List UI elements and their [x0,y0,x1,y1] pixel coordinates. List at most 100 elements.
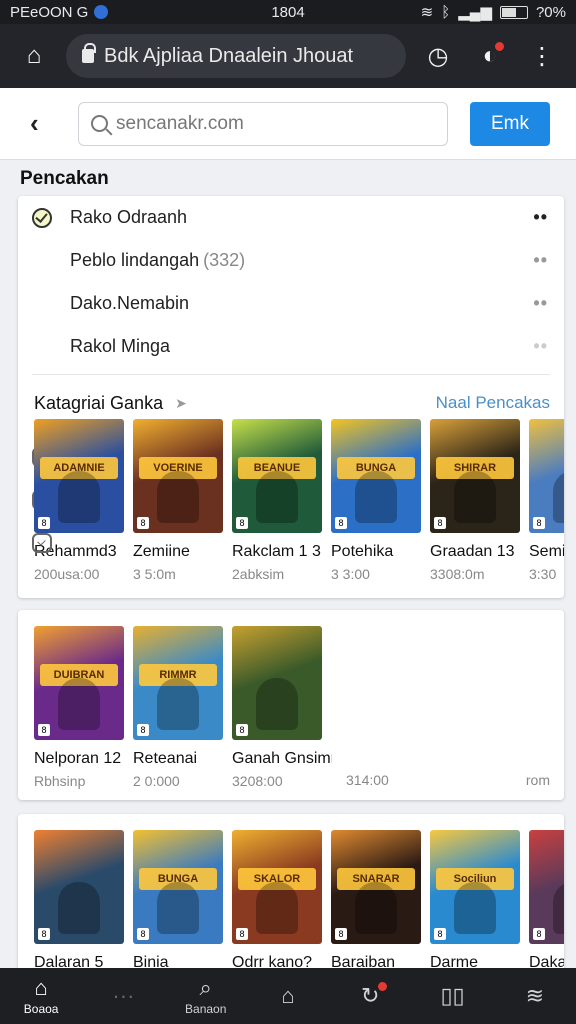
game-cover-image[interactable]: SNARAR 8 [331,830,421,944]
battery-label: ?0% [535,3,566,21]
game-cover-image[interactable]: BEANUE 8 [232,419,322,533]
game-row: 8 Dalaran 5 BUNGA 8 Binia SKALOR 8 Odrr kano? SN… [18,814,564,972]
nav-tag[interactable]: ⌂ [253,984,323,1008]
character-art [454,471,496,523]
character-art [157,471,199,523]
game-meta: 2 0:000 [133,773,180,789]
game-meta: Rbhsinp [34,773,86,789]
history-card: Rako Odraanh •• Peblo lindangah (332) ••… [18,196,564,598]
network-icon [94,5,109,19]
game-name: Rakclam 1 3 [232,543,321,560]
nav-layers[interactable]: ≋ [500,984,570,1008]
game-cover-image[interactable]: BUNGA 8 [133,830,223,944]
status-bar: PEeOON G 1804 ≋ ᛒ ▂▄▆ ?0% [0,0,576,24]
see-more-link[interactable]: Naal Pencakas [436,393,550,413]
game-tile[interactable]: BUNGA 8 Potehika 3 3:00 [331,419,421,582]
game-cover-image[interactable]: 8 [529,419,564,533]
game-card-section: DUIBRAN 8 Nelporan 12 Rbhsinp RIMMR 8 Reteanai… [18,610,564,800]
rating-icon: 8 [236,724,248,736]
game-tile[interactable]: Sociliun 8 Darme [430,830,520,972]
game-tile[interactable]: RIMMR 8 Reteanai 2 0:000 [133,626,223,789]
history-item[interactable]: Peblo lindangah (332) •• [18,239,564,467]
more-icon[interactable]: •• [533,250,548,271]
history-item[interactable]: Dako.Nemabin •• [18,282,564,510]
game-cover-image[interactable]: DUIBRAN 8 [34,626,124,740]
game-tile[interactable]: DUIBRAN 8 Nelporan 12 Rbhsinp [34,626,124,789]
game-row: DUIBRAN 8 Nelporan 12 Rbhsinp RIMMR 8 Reteanai… [18,610,564,789]
rating-icon: 8 [533,928,545,940]
history-item[interactable]: Rakol Minga •• [18,325,564,553]
rating-icon: 8 [335,928,347,940]
nav-refresh[interactable]: ↻ [335,982,405,1008]
history-count: (332) [203,250,246,270]
back-icon[interactable]: ‹ [30,108,56,139]
game-tile[interactable]: 8 Semihm 3:30 [529,419,564,582]
game-cover-image[interactable]: RIMMR 8 [133,626,223,740]
game-tile[interactable]: VOERINE 8 Zemiine 3 5:0m [133,419,223,582]
lock-icon [82,43,96,63]
url-bar[interactable]: Bdk Ajpliaa Dnaalein Jhouat [66,34,406,78]
rating-icon: 8 [137,928,149,940]
rating-icon: 8 [38,517,50,529]
character-art [157,678,199,730]
more-icon[interactable]: •• [533,207,548,228]
nav-book[interactable]: ▯▯ [418,984,488,1008]
character-art [355,882,397,934]
game-tile[interactable]: 8 Dalaran 5 [34,830,124,972]
game-tile[interactable]: BEANUE 8 Rakclam 1 3 2abksim [232,419,322,582]
search-input[interactable]: sencanakr.com [78,101,448,146]
game-cover-image[interactable]: 8 [529,830,564,944]
game-meta: 3:30 [529,566,557,582]
rating-icon: 8 [38,928,50,940]
game-tile[interactable]: 8 Ganah Gnsimnkarinan 3208:00 [232,626,332,789]
character-art [256,471,298,523]
game-tile[interactable]: 8Dakahu [529,830,564,972]
game-cover-image[interactable]: SKALOR 8 [232,830,322,944]
game-name: Graadan 13 [430,543,515,560]
game-meta: 3208:00 [232,773,283,789]
game-cover-image[interactable]: 8 [232,626,322,740]
nav-more[interactable]: ··· [88,984,158,1008]
more-icon[interactable]: •• [533,293,548,314]
rating-icon: 8 [38,724,50,736]
character-art [157,882,199,934]
game-name: Nelporan 12 [34,750,122,767]
game-tile[interactable]: ADAMNIE 8 Rehammd3 200usa:00 [34,419,124,582]
search-button[interactable]: Emk [470,101,550,146]
game-tile[interactable]: BUNGA 8 Binia [133,830,223,972]
game-name: Zemiine [133,543,190,560]
rating-icon: 8 [137,724,149,736]
notification-dot [378,982,388,991]
update-icon[interactable]: ◷ [418,36,458,76]
chevron-right-icon[interactable]: ➤ [175,395,187,412]
nav-home[interactable]: ⌂ Boaoa [6,975,76,1017]
notifications-icon[interactable]: ◐ [470,36,510,76]
home-icon: ⌂ [34,975,48,1000]
game-cover-image[interactable]: ADAMNIE 8 [34,419,124,533]
browser-toolbar: ⌂ Bdk Ajpliaa Dnaalein Jhouat ◷ ◐ ⋮ [0,24,576,88]
dots-icon: ··· [112,983,135,1008]
character-art [553,882,564,934]
bottom-nav: ⌂ Boaoa ··· ⌕ Banaon ⌂ ↻ ▯▯ ≋ [0,968,576,1024]
more-icon[interactable]: •• [533,336,548,357]
game-cover-image[interactable]: 8 [34,830,124,944]
game-cover-image[interactable]: SHIRAR 8 [430,419,520,533]
character-art [58,471,100,523]
home-icon[interactable]: ⌂ [14,36,54,76]
game-meta: 3 5:0m [133,566,176,582]
status-clock: 1804 [271,3,305,21]
signal-icon: ▂▄▆ [458,4,492,21]
game-tile[interactable]: SNARAR 8 Baraiban [331,830,421,972]
game-tile[interactable]: SKALOR 8 Odrr kano? [232,830,322,972]
history-icon [32,532,52,553]
nav-search[interactable]: ⌕ Banaon [171,976,241,1017]
game-name: Potehika [331,543,394,560]
game-cover-image[interactable]: VOERINE 8 [133,419,223,533]
tag-icon: ⌂ [281,983,295,1008]
character-art [553,471,564,523]
game-tile[interactable]: SHIRAR 8 Graadan 13 3308:0m [430,419,520,582]
game-cover-image[interactable]: BUNGA 8 [331,419,421,533]
menu-icon[interactable]: ⋮ [522,36,562,76]
history-item[interactable]: Rako Odraanh •• [18,196,564,239]
game-cover-image[interactable]: Sociliun 8 [430,830,520,944]
